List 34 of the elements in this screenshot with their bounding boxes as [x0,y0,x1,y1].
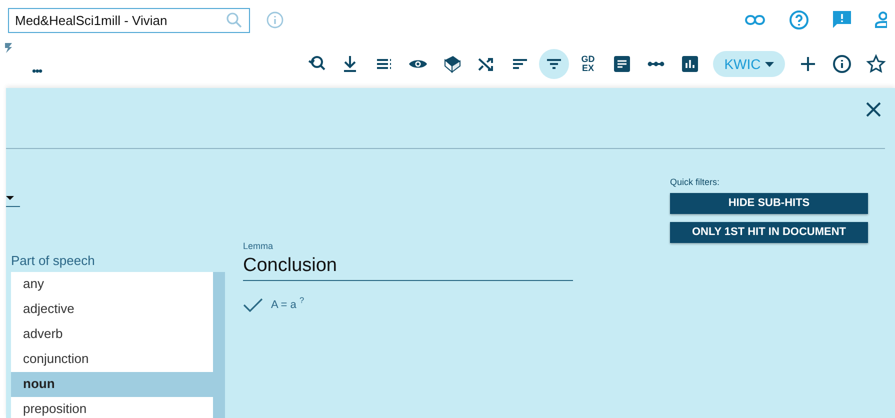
feedback-icon[interactable] [833,11,851,29]
more-menu-button[interactable]: ••• [32,62,42,80]
quick-filter-button[interactable]: HIDE SUB-HITS [670,192,868,214]
dots-line-icon [646,61,666,67]
search-icon [226,12,242,28]
quick-filters-label: Quick filters: [670,176,721,189]
quick-filter-button[interactable]: ONLY 1ST HIT IN DOCUMENT [670,222,868,242]
caret-icon [764,62,774,66]
filter-button[interactable] [539,49,569,79]
star-icon [866,54,886,74]
list-item[interactable]: conjunction [11,346,213,372]
lightning-icon [5,43,12,53]
dropdown-field[interactable] [6,193,20,207]
view-label: KWIC [724,54,761,74]
list-item[interactable]: adjective [11,296,213,322]
list-item[interactable]: preposition [11,396,213,418]
close-icon[interactable] [866,102,881,117]
help-icon[interactable] [789,10,809,30]
info-icon [832,54,852,74]
check-icon[interactable] [243,298,263,312]
match-case-label: A = a $^{?}$ [271,296,304,312]
user-icon[interactable] [875,11,887,29]
lemma-field[interactable]: Conclusion [243,254,573,280]
plus-icon [798,54,818,74]
bar-chart-icon [680,54,700,74]
list-item[interactable]: adverb [11,322,213,346]
corpus-search-field[interactable]: Med&HealSci1mill - Vivian [8,8,250,32]
list-item[interactable]: any [11,272,213,296]
lemma-label: Lemma [243,240,274,253]
caret-icon [6,196,14,200]
link-icon[interactable] [745,15,765,25]
document-icon [612,54,632,74]
part-of-speech-label: Part of speech [11,252,96,270]
gdex-button[interactable]: GD EX [577,49,599,79]
